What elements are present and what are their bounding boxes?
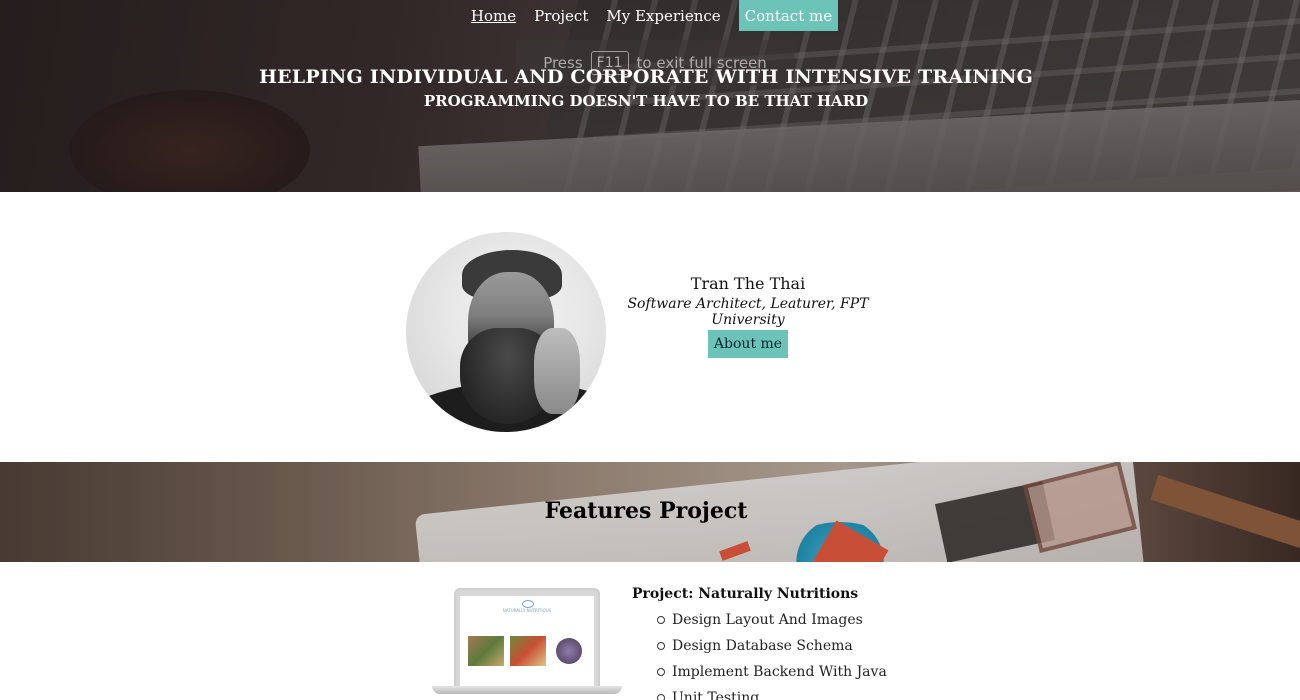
thumb-image — [468, 636, 504, 666]
thumb-image — [556, 638, 582, 664]
project-task-list: Design Layout And Images Design Database… — [632, 607, 1032, 700]
profile-info: Tran The Thai Software Architect, Leatur… — [598, 274, 898, 358]
profile-role: Software Architect, Leaturer, FPT Univer… — [627, 296, 869, 328]
list-item: Implement Backend With Java — [632, 659, 1032, 685]
thumb-logo: NATURALLY NUTRITIOUS — [494, 598, 560, 620]
features-title: Features Project — [544, 498, 748, 524]
project-thumbnail[interactable]: NATURALLY NUTRITIOUS — [430, 586, 624, 700]
profile-avatar — [406, 232, 606, 432]
project-details: Project: Naturally Nutritions Design Lay… — [632, 586, 1032, 700]
about-me-button[interactable]: About me — [707, 330, 789, 358]
project-title: Project: Naturally Nutritions — [632, 586, 859, 602]
laptop-base — [432, 686, 622, 694]
thumb-image — [510, 636, 546, 666]
list-item: Unit Testing — [632, 685, 1032, 700]
features-banner: Features Project — [0, 462, 1300, 562]
nav-item-home[interactable]: Home — [462, 0, 525, 31]
nav-item-my-experience[interactable]: My Experience — [597, 0, 729, 31]
hero-subheadline: PROGRAMMING DOESN'T HAVE TO BE THAT HARD — [423, 92, 869, 110]
profile-name: Tran The Thai — [690, 274, 806, 293]
nav-item-project[interactable]: Project — [525, 0, 597, 31]
hero-headline: HELPING INDIVIDUAL AND CORPORATE WITH IN… — [258, 66, 1034, 88]
list-item: Design Database Schema — [632, 633, 1032, 659]
contact-me-button[interactable]: Contact me — [738, 0, 839, 31]
hero-text: HELPING INDIVIDUAL AND CORPORATE WITH IN… — [0, 66, 1300, 110]
list-item: Design Layout And Images — [632, 607, 1032, 633]
main-nav: Home Project My Experience Contact me — [0, 0, 1300, 31]
avatar-hand-phone — [534, 328, 580, 414]
